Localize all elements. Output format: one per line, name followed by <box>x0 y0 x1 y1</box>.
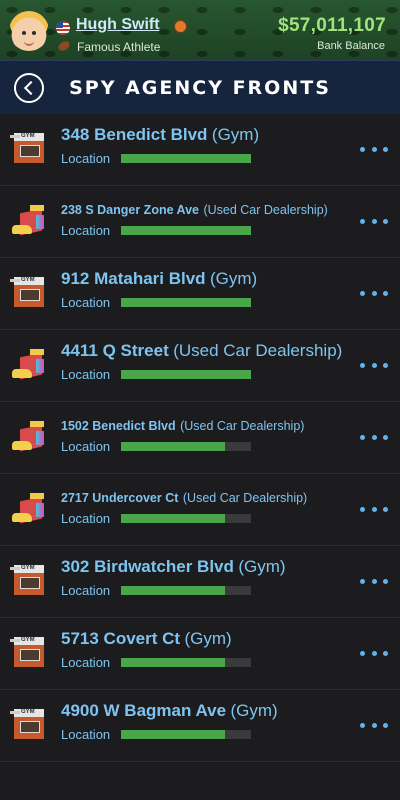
gym-icon <box>10 709 48 741</box>
more-options-icon[interactable] <box>360 574 388 588</box>
front-address: 912 Matahari Blvd (Gym) <box>61 269 257 289</box>
location-rating-bar <box>121 514 251 523</box>
front-street: 2717 Undercover Ct <box>61 491 179 505</box>
location-rating-bar <box>121 730 251 739</box>
location-rating-fill <box>121 514 225 523</box>
location-label: Location <box>61 439 111 454</box>
player-occupation: Famous Athlete <box>77 40 161 54</box>
front-street: 912 Matahari Blvd <box>61 269 206 288</box>
player-name[interactable]: Hugh Swift <box>76 16 160 34</box>
bank-balance-label: Bank Balance <box>317 40 385 52</box>
gym-icon <box>10 133 48 165</box>
location-label: Location <box>61 151 111 166</box>
basketball-icon <box>174 20 187 33</box>
bank-balance-value: $57,011,107 <box>278 15 386 36</box>
front-address: 2717 Undercover Ct (Used Car Dealership) <box>61 489 307 507</box>
gym-icon <box>10 277 48 309</box>
front-list-item[interactable]: 348 Benedict Blvd (Gym) Location <box>0 114 400 186</box>
front-street: 238 S Danger Zone Ave <box>61 203 200 217</box>
front-street: 1502 Benedict Blvd <box>61 419 176 433</box>
front-list-item[interactable]: 5713 Covert Ct (Gym) Location <box>0 618 400 690</box>
front-street: 4900 W Bagman Ave <box>61 701 227 720</box>
avatar-mouth <box>24 40 34 46</box>
location-rating-bar <box>121 442 251 451</box>
front-business-type: (Gym) <box>210 269 258 288</box>
location-rating-fill <box>121 730 225 739</box>
front-list-item[interactable]: 1502 Benedict Blvd (Used Car Dealership)… <box>0 402 400 474</box>
page-title: SPY AGENCY FRONTS <box>69 77 331 99</box>
front-address: 1502 Benedict Blvd (Used Car Dealership) <box>61 417 304 435</box>
front-business-type: (Used Car Dealership) <box>182 491 308 505</box>
front-address: 5713 Covert Ct (Gym) <box>61 629 232 649</box>
location-rating-bar <box>121 298 251 307</box>
front-list-item[interactable]: 238 S Danger Zone Ave (Used Car Dealersh… <box>0 186 400 258</box>
front-business-type: (Gym) <box>184 629 232 648</box>
location-rating-fill <box>121 298 251 307</box>
front-business-type: (Gym) <box>211 125 260 144</box>
front-address: 348 Benedict Blvd (Gym) <box>61 125 259 145</box>
avatar-eye <box>32 31 36 35</box>
gym-icon <box>10 565 48 597</box>
more-options-icon[interactable] <box>360 646 388 660</box>
front-list-item[interactable]: 4900 W Bagman Ave (Gym) Location <box>0 690 400 762</box>
front-street: 5713 Covert Ct <box>61 629 181 648</box>
front-business-type: (Gym) <box>238 557 286 576</box>
location-rating-fill <box>121 370 251 379</box>
front-business-type: (Used Car Dealership) <box>173 341 343 360</box>
location-rating-bar <box>121 154 251 163</box>
more-options-icon[interactable] <box>360 502 388 516</box>
front-address: 238 S Danger Zone Ave (Used Car Dealersh… <box>61 201 328 219</box>
front-business-type: (Gym) <box>230 701 278 720</box>
location-label: Location <box>61 511 111 526</box>
more-options-icon[interactable] <box>360 142 388 156</box>
location-label: Location <box>61 583 111 598</box>
us-flag-icon <box>56 21 70 35</box>
football-icon <box>56 39 72 53</box>
location-rating-bar <box>121 370 251 379</box>
front-street: 4411 Q Street <box>61 341 169 360</box>
front-list-item[interactable]: 302 Birdwatcher Blvd (Gym) Location <box>0 546 400 618</box>
more-options-icon[interactable] <box>360 358 388 372</box>
location-label: Location <box>61 655 111 670</box>
more-options-icon[interactable] <box>360 718 388 732</box>
front-list-item[interactable]: 4411 Q Street (Used Car Dealership) Locat… <box>0 330 400 402</box>
car-dealership-icon <box>12 493 48 525</box>
front-list-item[interactable]: 912 Matahari Blvd (Gym) Location <box>0 258 400 330</box>
more-options-icon[interactable] <box>360 430 388 444</box>
fronts-list: 348 Benedict Blvd (Gym) Location 238 S Dan… <box>0 114 400 762</box>
location-label: Location <box>61 223 111 238</box>
car-dealership-icon <box>12 205 48 237</box>
front-street: 348 Benedict Blvd <box>61 125 208 144</box>
location-rating-fill <box>121 226 251 235</box>
front-list-item[interactable]: 2717 Undercover Ct (Used Car Dealership)… <box>0 474 400 546</box>
more-options-icon[interactable] <box>360 214 388 228</box>
front-street: 302 Birdwatcher Blvd <box>61 557 234 576</box>
location-rating-fill <box>121 586 225 595</box>
location-label: Location <box>61 727 111 742</box>
avatar-eye <box>22 31 26 35</box>
front-address: 4411 Q Street (Used Car Dealership) <box>61 341 342 361</box>
top-status-bar: Hugh Swift Famous Athlete $57,011,107 Ba… <box>0 0 400 60</box>
car-dealership-icon <box>12 421 48 453</box>
front-business-type: (Used Car Dealership) <box>180 419 305 433</box>
location-rating-bar <box>121 226 251 235</box>
location-rating-fill <box>121 154 251 163</box>
location-rating-fill <box>121 442 225 451</box>
location-rating-fill <box>121 658 225 667</box>
car-dealership-icon <box>12 349 48 381</box>
front-address: 4900 W Bagman Ave (Gym) <box>61 701 278 721</box>
location-label: Location <box>61 367 111 382</box>
page-header: SPY AGENCY FRONTS <box>0 60 400 115</box>
location-label: Location <box>61 295 111 310</box>
avatar[interactable] <box>9 11 49 51</box>
more-options-icon[interactable] <box>360 286 388 300</box>
gym-icon <box>10 637 48 669</box>
location-rating-bar <box>121 586 251 595</box>
location-rating-bar <box>121 658 251 667</box>
front-address: 302 Birdwatcher Blvd (Gym) <box>61 557 286 577</box>
front-business-type: (Used Car Dealership) <box>203 203 328 217</box>
